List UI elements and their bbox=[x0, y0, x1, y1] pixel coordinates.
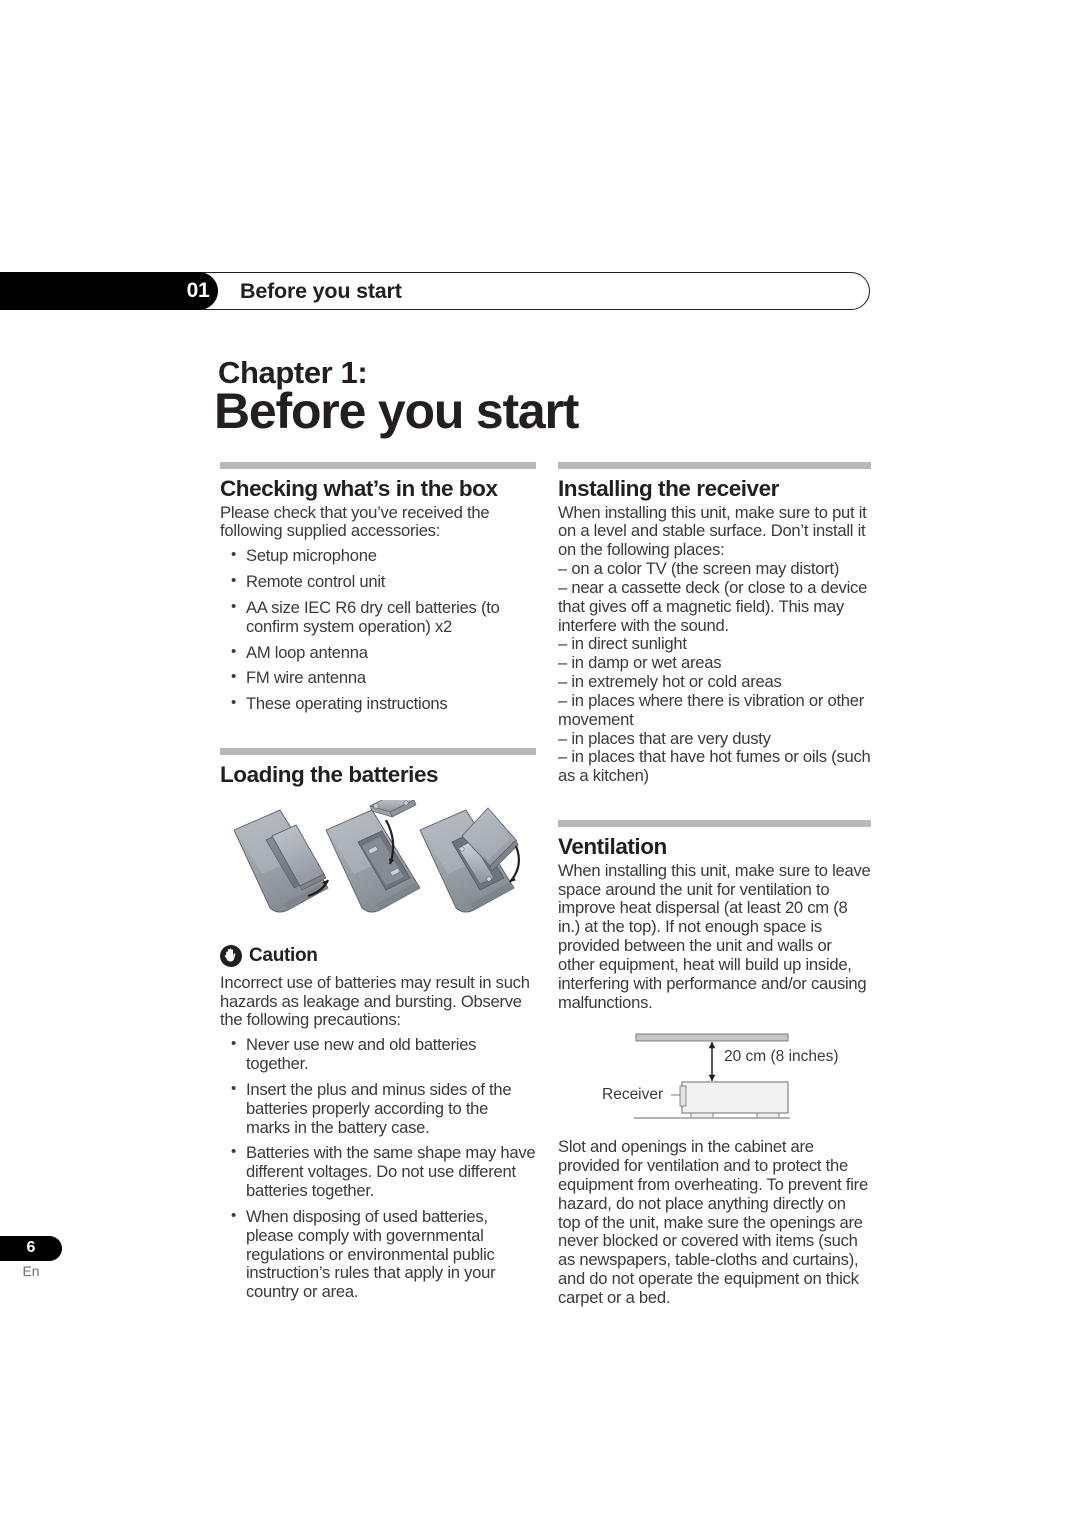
heading-ventilation: Ventilation bbox=[558, 834, 667, 860]
clearance-label: 20 cm (8 inches) bbox=[724, 1048, 839, 1065]
caution-block: Caution bbox=[220, 944, 536, 967]
list-item: When disposing of used batteries, please… bbox=[220, 1207, 536, 1302]
list-item: – in direct sunlight bbox=[558, 634, 687, 654]
running-header: 01 Before you start bbox=[0, 272, 870, 310]
section-rule bbox=[558, 462, 871, 469]
list-item: Remote control unit bbox=[220, 572, 536, 592]
checking-box-intro: Please check that you’ve received the fo… bbox=[220, 502, 490, 541]
section-rule bbox=[220, 748, 536, 756]
page-title: Before you start bbox=[214, 383, 579, 439]
receiver-label: Receiver bbox=[602, 1086, 663, 1103]
running-header-title: Before you start bbox=[240, 279, 402, 303]
remote-battery-illustration bbox=[220, 793, 536, 928]
list-item: – on a color TV (the screen may distort) bbox=[558, 559, 840, 579]
unsuitable-places-list: – on a color TV (the screen may distort)… bbox=[558, 559, 871, 786]
list-item: AM loop antenna bbox=[220, 643, 536, 663]
list-item: Insert the plus and minus sides of the b… bbox=[220, 1080, 536, 1137]
accessories-list: Setup microphone Remote control unit AA … bbox=[220, 546, 536, 714]
heading-checking-box: Checking what’s in the box bbox=[220, 476, 498, 501]
list-item: – near a cassette deck (or close to a de… bbox=[558, 577, 868, 635]
chapter-number: 01 bbox=[186, 279, 210, 302]
section-rule bbox=[220, 462, 536, 469]
list-item: – in damp or wet areas bbox=[558, 653, 722, 673]
list-item: Never use new and old batteries together… bbox=[220, 1035, 536, 1074]
section-rule bbox=[558, 820, 871, 828]
caution-intro: Incorrect use of batteries may result in… bbox=[220, 972, 530, 1030]
caution-list: Never use new and old batteries together… bbox=[220, 1035, 536, 1302]
caution-label: Caution bbox=[249, 944, 318, 966]
list-item: Batteries with the same shape may have d… bbox=[220, 1143, 536, 1200]
page-number: 6 bbox=[26, 1239, 36, 1256]
left-column: Checking what’s in the box Please check … bbox=[220, 462, 536, 1302]
list-item: – in extremely hot or cold areas bbox=[558, 672, 782, 692]
list-item: AA size IEC R6 dry cell batteries (to co… bbox=[220, 598, 536, 637]
list-item: – in places that are very dusty bbox=[558, 728, 771, 748]
ventilation-outro: Slot and openings in the cabinet are pro… bbox=[558, 1137, 868, 1307]
heading-loading-batteries: Loading the batteries bbox=[220, 762, 439, 788]
installing-intro: When installing this unit, make sure to … bbox=[558, 502, 867, 560]
language-code: En bbox=[22, 1263, 40, 1279]
ventilation-clearance-diagram: 20 cm (8 inches) Receiver bbox=[558, 1028, 871, 1124]
list-item: Setup microphone bbox=[220, 546, 536, 566]
list-item: FM wire antenna bbox=[220, 668, 536, 688]
hand-stop-icon bbox=[220, 944, 242, 967]
ventilation-intro: When installing this unit, make sure to … bbox=[558, 860, 871, 1012]
list-item: These operating instructions bbox=[220, 694, 536, 714]
list-item: – in places that have hot fumes or oils … bbox=[558, 747, 871, 786]
list-item: – in places where there is vibration or … bbox=[558, 690, 865, 729]
right-column: Installing the receiver When installing … bbox=[558, 462, 871, 1308]
heading-installing-receiver: Installing the receiver bbox=[558, 476, 779, 501]
